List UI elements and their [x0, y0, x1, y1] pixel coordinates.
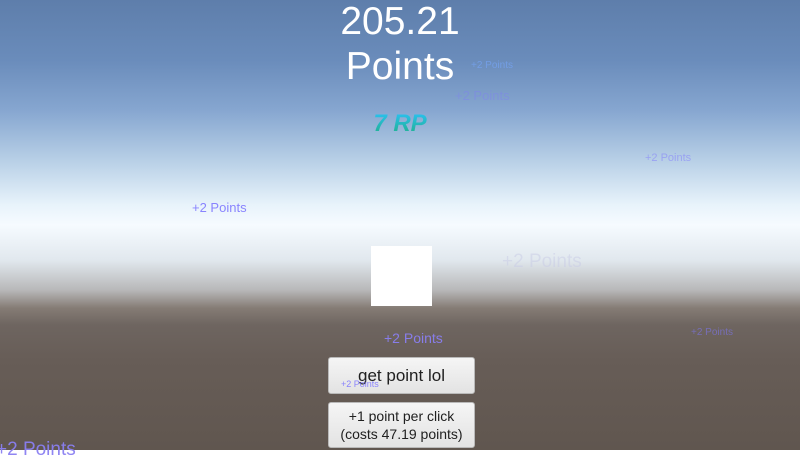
floating-points-text: +2 Points [471, 60, 513, 71]
floating-points-text: +2 Points [192, 200, 247, 215]
floating-points-text: +2 Points [691, 327, 733, 338]
upgrade-points-per-click-button[interactable]: +1 point per click (costs 47.19 points) [328, 402, 475, 448]
floating-points-text: +2 Points [455, 88, 510, 103]
floating-points-text: +2 Points [341, 379, 379, 389]
points-label: Points [345, 45, 455, 88]
floating-points-text: +2 Points [645, 152, 692, 164]
floating-points-text: +2 Points [384, 330, 443, 346]
clicker-cube[interactable] [371, 246, 432, 306]
upgrade-button-cost: (costs 47.19 points) [340, 426, 463, 442]
research-points-counter: 7 RP [0, 110, 800, 138]
upgrade-button-label: +1 point per click [348, 408, 455, 424]
floating-points-text: +2 Points [0, 439, 76, 460]
floating-points-text: +2 Points [502, 251, 582, 272]
points-counter: 205.21 [340, 0, 460, 43]
